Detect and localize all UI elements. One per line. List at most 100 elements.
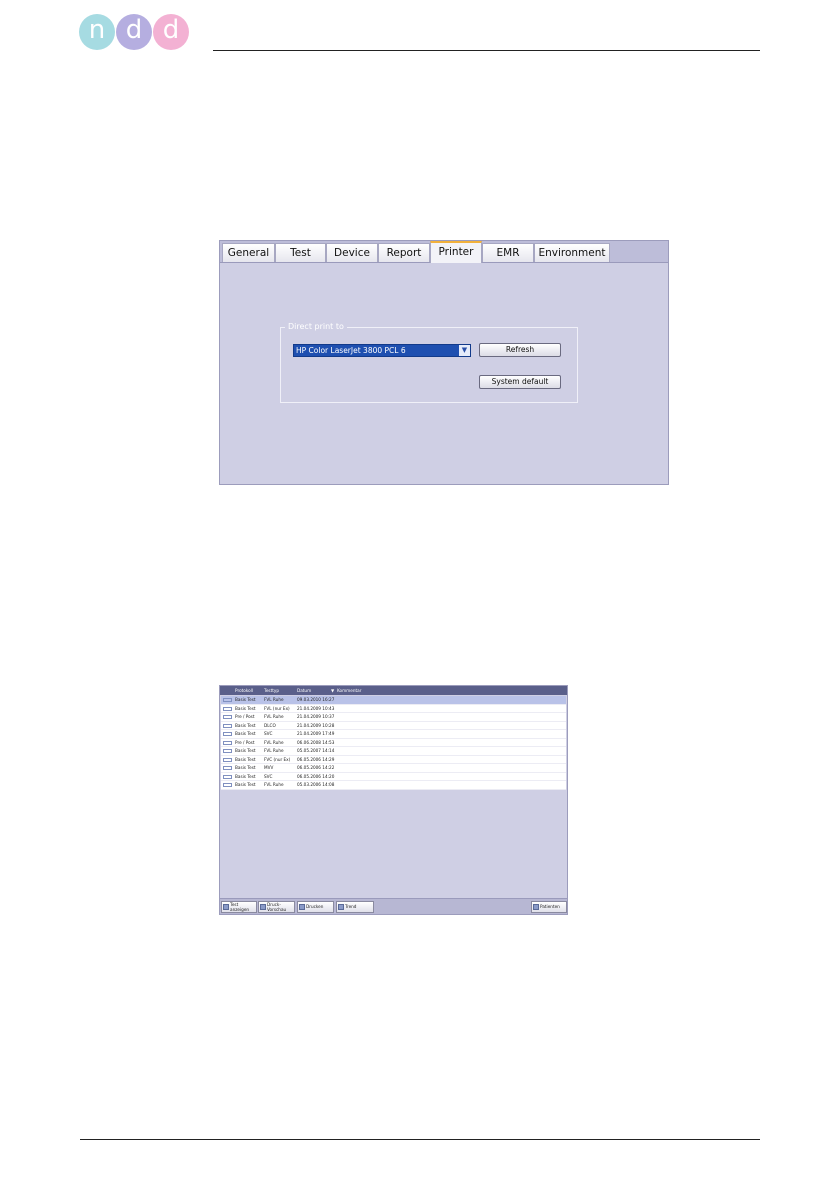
table-row[interactable]: Basis Test FVL (nur Ex) 21.04.2009 10:43: [221, 704, 566, 713]
row-type: SVC: [264, 731, 273, 736]
patients-label: Patienten: [540, 904, 560, 909]
row-date: 05.05.2007 14:14: [297, 748, 335, 753]
table-row[interactable]: Pre / Post FVL Ruhe 06.06.2008 14:53: [221, 738, 566, 747]
row-protocol: Basis Test: [235, 773, 256, 779]
row-protocol: Basis Test: [235, 697, 256, 702]
row-date: 21.04.2009 10:37: [297, 714, 335, 719]
column-header-testtype[interactable]: Testtyp: [264, 686, 279, 695]
row-date: 05.03.2006 14:08: [297, 782, 335, 787]
test-list-toolbar: Test anzeigen Druck- Vorschau Drucken Tr…: [220, 898, 567, 914]
row-protocol: Basis Test: [235, 748, 256, 753]
trend-icon: [338, 904, 344, 910]
table-row[interactable]: Basis Test FVC (nur Ex) 06.05.2006 14:29: [221, 755, 566, 764]
table-row[interactable]: Basis Test FVL Ruhe 05.05.2007 14:14: [221, 747, 566, 756]
row-protocol: Pre / Post: [235, 739, 255, 745]
printer-icon: [299, 904, 305, 910]
test-type-icon: [223, 766, 232, 770]
system-default-button[interactable]: System default: [479, 375, 561, 389]
row-type: FVC (nur Ex): [264, 756, 291, 762]
row-type: MVV: [264, 765, 274, 770]
ndd-logo: n d d: [79, 14, 191, 54]
row-date: 06.06.2008 14:53: [297, 739, 335, 745]
direct-print-label: Direct print to: [285, 321, 347, 333]
settings-tab-bar: General Test Device Report Printer EMR E…: [220, 241, 668, 263]
row-type: FVL (nur Ex): [264, 705, 290, 711]
column-header-date[interactable]: Datum: [297, 686, 311, 695]
test-type-icon: [223, 783, 232, 787]
show-test-button[interactable]: Test anzeigen: [221, 901, 257, 913]
patients-icon: [533, 904, 539, 910]
row-protocol: Basis Test: [235, 731, 256, 736]
table-row[interactable]: Pre / Post FVL Ruhe 21.04.2009 10:37: [221, 713, 566, 722]
column-header-protocol[interactable]: Protokoll: [235, 686, 253, 695]
print-preview-icon: [260, 904, 266, 910]
column-header-comment[interactable]: Kommentar: [337, 686, 361, 695]
table-row[interactable]: Basis Test FVL Ruhe 09.03.2010 16:27: [221, 696, 566, 705]
printer-select[interactable]: HP Color LaserJet 3800 PCL 6 ▼: [293, 344, 471, 357]
test-type-icon: [223, 706, 232, 711]
test-type-icon: [223, 715, 232, 719]
show-test-label-2: anzeigen: [230, 907, 250, 912]
logo-letter-d2: d: [153, 14, 189, 50]
row-protocol: Basis Test: [235, 722, 256, 728]
refresh-button[interactable]: Refresh: [479, 343, 561, 357]
row-date: 09.03.2010 16:27: [297, 697, 335, 702]
test-list: Basis Test FVL Ruhe 09.03.2010 16:27 Bas…: [221, 696, 566, 790]
table-row[interactable]: Basis Test SVC 21.04.2009 17:49: [221, 730, 566, 739]
direct-print-group: Direct print to HP Color LaserJet 3800 P…: [280, 321, 578, 403]
row-type: FVL Ruhe: [264, 697, 284, 702]
row-type: FVL Ruhe: [264, 714, 284, 719]
test-list-header: Protokoll Testtyp Datum ▼ Kommentar: [220, 686, 567, 695]
test-type-icon: [223, 774, 232, 779]
trend-button[interactable]: Trend: [336, 901, 374, 913]
test-type-icon: [223, 740, 232, 745]
logo-letter-n: n: [79, 14, 115, 50]
header-rule: [213, 50, 760, 51]
table-row[interactable]: Basis Test DLCO 21.04.2009 10:28: [221, 721, 566, 730]
sort-arrow-icon: ▼: [331, 688, 335, 693]
row-type: DLCO: [264, 722, 276, 728]
printer-select-value: HP Color LaserJet 3800 PCL 6: [296, 346, 406, 355]
row-type: FVL Ruhe: [264, 739, 284, 745]
test-type-icon: [223, 723, 232, 728]
row-protocol: Basis Test: [235, 705, 256, 711]
table-row[interactable]: Basis Test SVC 06.05.2006 14:20: [221, 772, 566, 781]
settings-window: General Test Device Report Printer EMR E…: [219, 240, 669, 485]
row-date: 21.04.2009 10:43: [297, 705, 335, 711]
test-list-window: Protokoll Testtyp Datum ▼ Kommentar Basi…: [219, 685, 568, 915]
row-date: 21.04.2009 10:28: [297, 722, 335, 728]
print-preview-label-2: Vorschau: [267, 907, 287, 912]
row-protocol: Pre / Post: [235, 714, 255, 719]
row-type: FVL Ruhe: [264, 748, 284, 753]
test-type-icon: [223, 732, 232, 736]
row-protocol: Basis Test: [235, 765, 256, 770]
row-date: 21.04.2009 17:49: [297, 731, 335, 736]
row-type: SVC: [264, 773, 273, 779]
row-type: FVL Ruhe: [264, 782, 284, 787]
test-type-icon: [223, 757, 232, 762]
print-preview-button[interactable]: Druck- Vorschau: [258, 901, 295, 913]
tab-printer[interactable]: Printer: [430, 241, 482, 263]
test-type-icon: [223, 749, 232, 753]
tab-test[interactable]: Test: [275, 243, 326, 262]
show-test-icon: [223, 904, 229, 910]
tab-general[interactable]: General: [222, 243, 275, 262]
logo-letter-d1: d: [116, 14, 152, 50]
row-protocol: Basis Test: [235, 756, 256, 762]
print-label: Drucken: [306, 904, 324, 909]
row-date: 06.05.2006 14:22: [297, 765, 335, 770]
row-date: 06.05.2006 14:20: [297, 773, 335, 779]
tab-environment[interactable]: Environment: [534, 243, 610, 262]
tab-report[interactable]: Report: [378, 243, 430, 262]
patients-button[interactable]: Patienten: [531, 901, 567, 913]
trend-label: Trend: [345, 904, 357, 909]
tab-emr[interactable]: EMR: [482, 243, 534, 262]
chevron-down-icon[interactable]: ▼: [459, 345, 470, 356]
row-date: 06.05.2006 14:29: [297, 756, 335, 762]
tab-device[interactable]: Device: [326, 243, 378, 262]
test-type-icon: [223, 698, 232, 702]
table-row[interactable]: Basis Test MVV 06.05.2006 14:22: [221, 764, 566, 773]
table-row[interactable]: Basis Test FVL Ruhe 05.03.2006 14:08: [221, 781, 566, 790]
row-protocol: Basis Test: [235, 782, 256, 787]
print-button[interactable]: Drucken: [297, 901, 334, 913]
